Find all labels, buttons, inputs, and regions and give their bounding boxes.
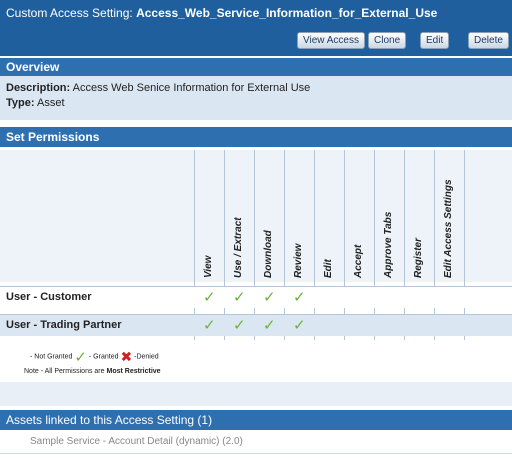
overview-heading: Overview — [0, 58, 512, 76]
row-label: User - Trading Partner — [6, 319, 122, 331]
granted-check-icon: ✓ — [203, 289, 216, 306]
column-divider — [464, 150, 465, 340]
column-register: Register — [413, 237, 424, 278]
granted-check-icon: ✓ — [233, 317, 246, 334]
title-name: Access_Web_Service_Information_for_Exter… — [136, 6, 438, 20]
permission-row: User - Customer — [0, 286, 512, 308]
granted-check-icon: ✓ — [293, 289, 306, 306]
column-view: View — [203, 255, 214, 278]
column-edit-access-settings: Edit Access Settings — [443, 179, 454, 278]
column-divider — [224, 150, 225, 340]
granted-check-icon: ✓ — [263, 317, 276, 334]
delete-button[interactable]: Delete — [468, 32, 509, 49]
title-prefix: Custom Access Setting: — [6, 6, 133, 20]
assets-heading: Assets linked to this Access Setting (1) — [0, 410, 512, 430]
granted-check-icon: ✓ — [233, 289, 246, 306]
column-approve-tabs: Approve Tabs — [383, 211, 394, 278]
granted-check-icon: ✓ — [203, 317, 216, 334]
row-label: User - Customer — [6, 291, 92, 303]
description-label: Description: — [6, 82, 71, 94]
access-setting-page: Custom Access Setting: Access_Web_Servic… — [0, 0, 512, 462]
column-divider — [194, 150, 195, 340]
view-access-button[interactable]: View Access — [297, 32, 365, 49]
column-accept: Accept — [353, 244, 364, 278]
section-spacer — [0, 382, 512, 406]
column-divider — [314, 150, 315, 340]
description-value: Access Web Senice Information for Extern… — [72, 82, 311, 94]
edit-button[interactable]: Edit — [420, 32, 450, 49]
legend-not-granted: - Not Granted — [30, 353, 73, 361]
column-review: Review — [293, 243, 304, 278]
column-divider — [434, 150, 435, 340]
permissions-header-area — [0, 150, 512, 282]
overview-panel: Description: Access Web Senice Informati… — [0, 76, 512, 120]
clone-button[interactable]: Clone — [368, 32, 407, 49]
type-value: Asset — [36, 97, 65, 109]
column-divider — [374, 150, 375, 340]
granted-check-icon: ✓ — [293, 317, 306, 334]
column-divider — [344, 150, 345, 340]
column-use-extract: Use / Extract — [233, 217, 244, 278]
type-line: Type: Asset — [6, 96, 506, 111]
page-title: Custom Access Setting: Access_Web_Servic… — [6, 6, 437, 20]
denied-x-icon: ✖ — [120, 348, 133, 365]
note-prefix: Note - All Permissions are — [24, 368, 105, 375]
column-divider — [404, 150, 405, 340]
granted-check-icon: ✓ — [263, 289, 276, 306]
description-line: Description: Access Web Senice Informati… — [6, 81, 506, 96]
granted-check-icon: ✓ — [74, 349, 87, 366]
permission-row: User - Trading Partner — [0, 314, 512, 336]
legend-denied: -Denied — [134, 353, 159, 361]
legend-granted: - Granted — [88, 353, 119, 361]
column-download: Download — [263, 230, 274, 278]
page-header: Custom Access Setting: Access_Web_Servic… — [0, 0, 512, 56]
legend: - Not Granted ✓ - Granted ✖ -Denied Note… — [0, 342, 512, 382]
note-bold: Most Restrictive — [106, 368, 161, 375]
column-divider — [284, 150, 285, 340]
type-label: Type: — [6, 97, 35, 109]
column-edit: Edit — [323, 259, 334, 278]
asset-link[interactable]: Sample Service - Account Detail (dynamic… — [0, 430, 512, 454]
column-divider — [254, 150, 255, 340]
legend-line: - Not Granted ✓ - Granted ✖ -Denied — [30, 348, 159, 367]
permissions-heading: Set Permissions — [0, 127, 512, 147]
restrictive-note: Note - All Permissions are Most Restrict… — [24, 368, 161, 375]
